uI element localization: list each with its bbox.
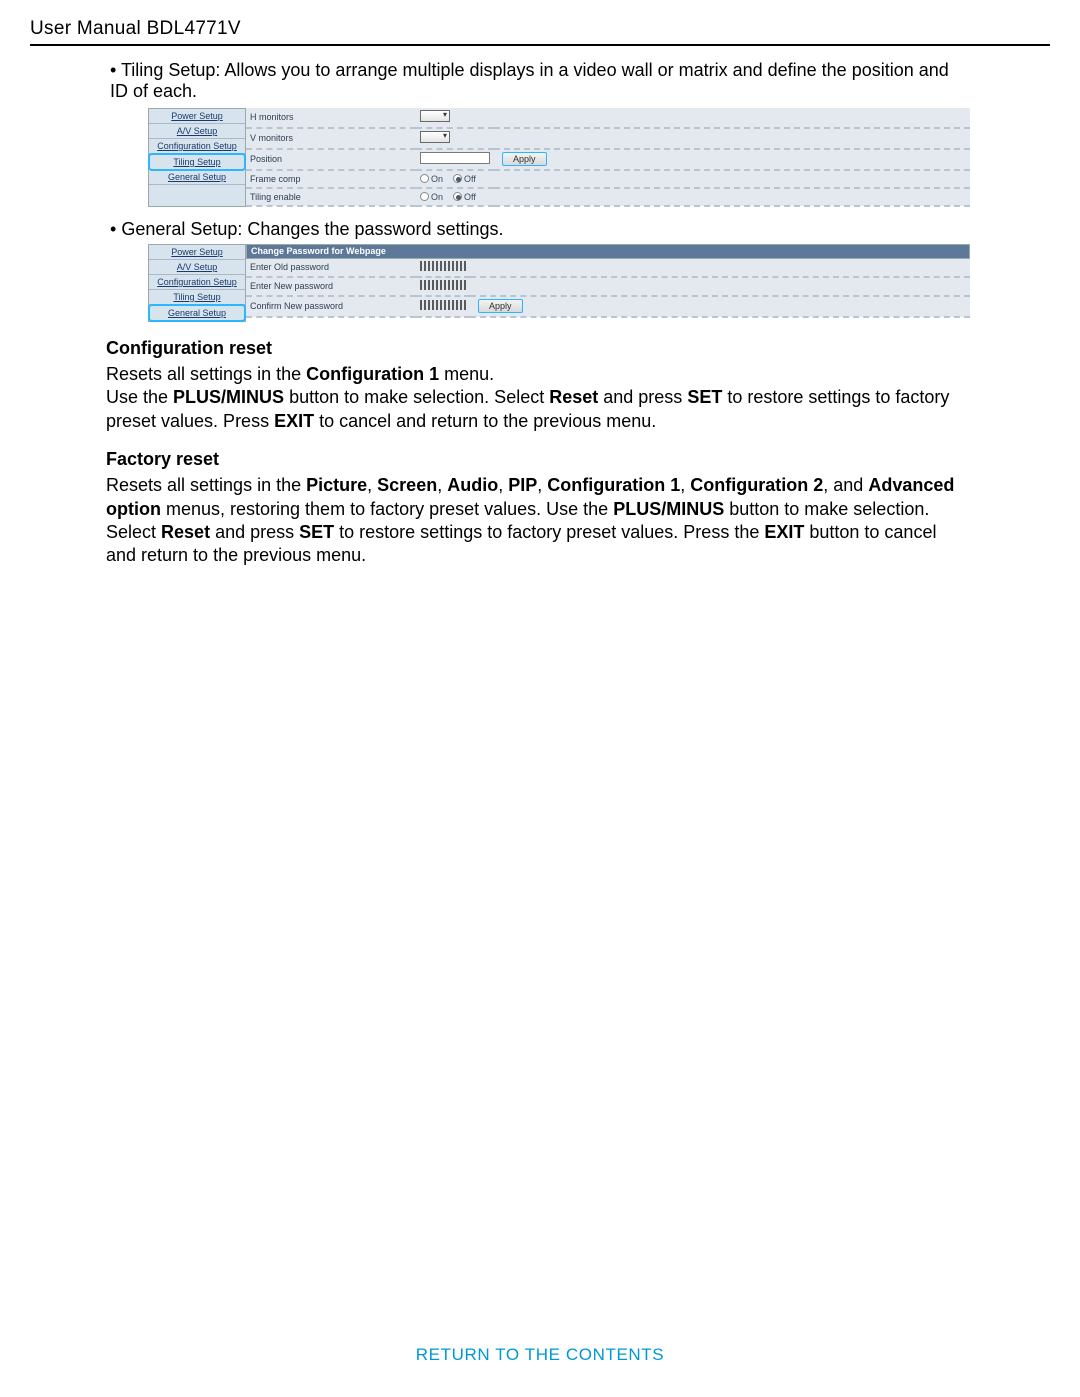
row-old-password-label: Enter Old password: [246, 259, 416, 277]
row-v-monitors-label: V monitors: [246, 128, 416, 149]
nav-av-setup[interactable]: A/V Setup: [149, 260, 245, 275]
new-password-input[interactable]: [420, 280, 466, 290]
nav-general-setup[interactable]: General Setup: [149, 170, 245, 185]
bullet-tiling: Tiling Setup: Allows you to arrange mult…: [110, 60, 970, 102]
on-label: On: [431, 192, 443, 202]
h-monitors-select[interactable]: [420, 110, 450, 122]
general-pane: Change Password for Webpage Enter Old pa…: [246, 244, 970, 322]
row-h-monitors-label: H monitors: [246, 108, 416, 128]
tiling-pane: H monitors V monitors Position Apply Fra…: [246, 108, 970, 207]
factory-reset-p: Resets all settings in the Picture, Scre…: [106, 474, 970, 568]
nav-configuration-setup[interactable]: Configuration Setup: [149, 275, 245, 290]
sidebar-nav: Power Setup A/V Setup Configuration Setu…: [148, 108, 246, 207]
row-new-password-label: Enter New password: [246, 277, 416, 296]
nav-tiling-setup[interactable]: Tiling Setup: [149, 290, 245, 305]
row-position-label: Position: [246, 149, 416, 170]
bullet-list: General Setup: Changes the password sett…: [110, 219, 970, 240]
nav-tiling-setup[interactable]: Tiling Setup: [148, 153, 246, 171]
heading-configuration-reset: Configuration reset: [106, 338, 970, 359]
frame-comp-radio-group: On Off: [420, 174, 476, 184]
nav-power-setup[interactable]: Power Setup: [149, 109, 245, 124]
position-input[interactable]: [420, 152, 490, 164]
tiling-enable-on-radio[interactable]: [420, 192, 429, 201]
bullet-list: Tiling Setup: Allows you to arrange mult…: [110, 60, 970, 102]
nav-power-setup[interactable]: Power Setup: [149, 245, 245, 260]
nav-configuration-setup[interactable]: Configuration Setup: [149, 139, 245, 154]
general-setup-panel: Power Setup A/V Setup Configuration Setu…: [148, 244, 970, 322]
row-frame-comp-label: Frame comp: [246, 170, 416, 188]
sidebar-nav: Power Setup A/V Setup Configuration Setu…: [148, 244, 246, 322]
heading-factory-reset: Factory reset: [106, 449, 970, 470]
off-label: Off: [464, 192, 476, 202]
footer: Return to the Contents: [0, 1344, 1080, 1365]
frame-comp-on-radio[interactable]: [420, 174, 429, 183]
on-label: On: [431, 174, 443, 184]
nav-av-setup[interactable]: A/V Setup: [149, 124, 245, 139]
confirm-password-input[interactable]: [420, 300, 466, 310]
apply-button-tiling[interactable]: Apply: [502, 152, 547, 166]
old-password-input[interactable]: [420, 261, 466, 271]
tiling-enable-off-radio[interactable]: [453, 192, 462, 201]
page-header: User Manual BDL4771V: [30, 18, 1050, 44]
header-rule: [30, 44, 1050, 46]
v-monitors-select[interactable]: [420, 131, 450, 143]
apply-button-general[interactable]: Apply: [478, 299, 523, 313]
config-reset-p1: Resets all settings in the Configuration…: [106, 363, 970, 386]
general-title-bar: Change Password for Webpage: [246, 244, 970, 259]
nav-general-setup[interactable]: General Setup: [148, 304, 246, 322]
off-label: Off: [464, 174, 476, 184]
frame-comp-off-radio[interactable]: [453, 174, 462, 183]
row-tiling-enable-label: Tiling enable: [246, 188, 416, 206]
config-reset-p2: Use the PLUS/MINUS button to make select…: [106, 386, 970, 433]
row-confirm-password-label: Confirm New password: [246, 296, 416, 317]
return-to-contents-link[interactable]: Return to the Contents: [416, 1345, 664, 1364]
tiling-setup-panel: Power Setup A/V Setup Configuration Setu…: [148, 108, 970, 207]
tiling-enable-radio-group: On Off: [420, 192, 476, 202]
bullet-general: General Setup: Changes the password sett…: [110, 219, 970, 240]
